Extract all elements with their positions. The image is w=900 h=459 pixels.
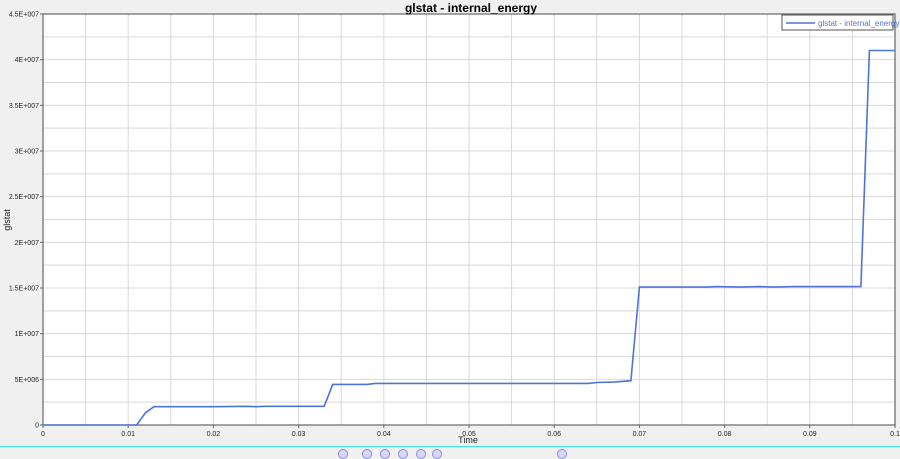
x-tick-label: 0.09 [803,431,817,438]
legend-entry: glstat - internal_energy [818,19,899,28]
grid [42,13,896,426]
y-tick-label: 3E+007 [15,149,39,156]
x-tick-label: 0.1 [890,431,900,438]
chart-title: glstat - internal_energy [405,1,537,15]
y-tick-label: 1.5E+007 [9,286,39,293]
y-tick-label: 1E+007 [15,331,39,338]
y-tick-label: 5E+006 [15,377,39,384]
x-tick-label: 0 [41,431,45,438]
y-tick-label: 0 [35,423,39,430]
x-tick-label: 0.01 [121,431,135,438]
legend[interactable]: glstat - internal_energy [781,14,899,31]
y-tick-label: 2.5E+007 [9,194,39,201]
x-tick-label: 0.08 [718,431,732,438]
x-tick-label: 0.04 [377,431,391,438]
y-tick-label: 2E+007 [15,240,39,247]
y-axis-ticks: 0 5E+006 1E+007 1.5E+007 2E+007 2.5E+007 3E+00… [9,12,43,430]
y-tick-label: 4.5E+007 [9,12,39,19]
y-tick-label: 3.5E+007 [9,103,39,110]
bottom-toolbar [0,446,900,459]
x-tick-label: 0.07 [633,431,647,438]
y-tick-label: 4E+007 [15,57,39,64]
line-chart: 0 0.01 0.02 0.03 0.04 0.05 0.06 0.07 0.08 0.09 0.1… [2,1,900,445]
x-tick-label: 0.02 [207,431,221,438]
x-axis-label: Time [458,435,478,445]
x-tick-label: 0.03 [292,431,306,438]
x-tick-label: 0.06 [547,431,561,438]
y-axis-label: glstat [2,209,12,231]
